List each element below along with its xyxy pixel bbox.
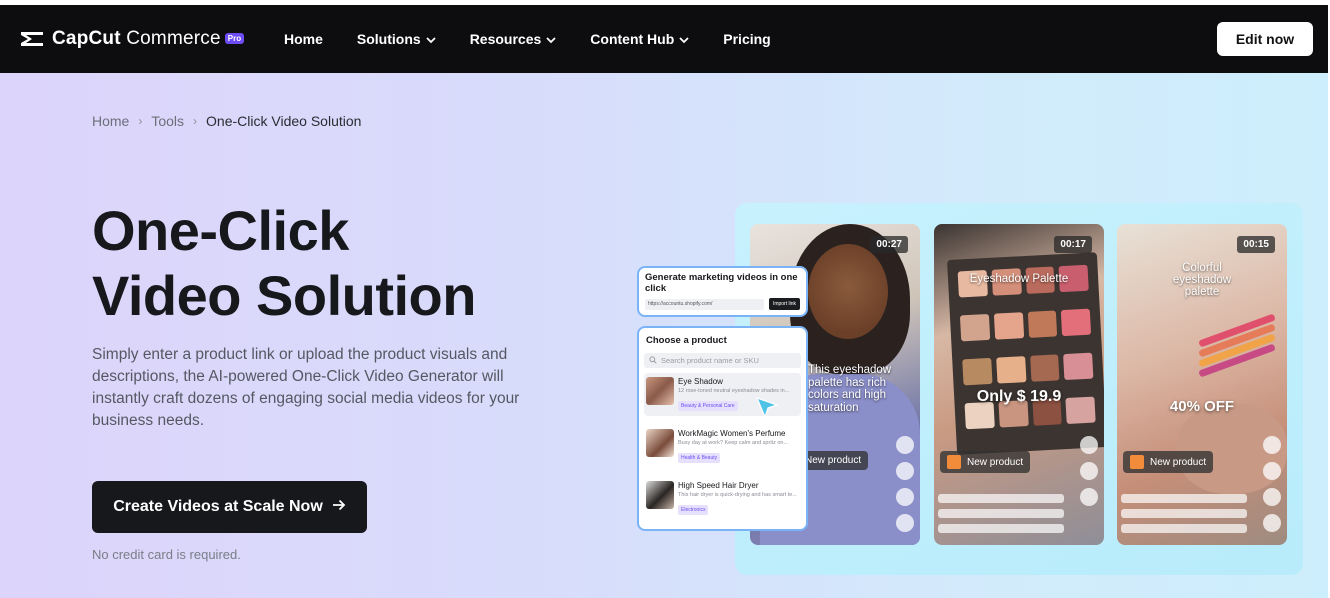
capcut-commerce-logo[interactable]: CapCut Commerce Pro bbox=[19, 28, 245, 50]
product-thumbnail bbox=[646, 377, 674, 405]
new-product-badge: New product bbox=[798, 451, 869, 470]
create-videos-button[interactable]: Create Videos at Scale Now bbox=[92, 481, 367, 533]
new-product-badge: New product bbox=[1123, 451, 1214, 473]
product-item[interactable]: Eye Shadow 12 rose-toned neutral eyeshad… bbox=[644, 373, 801, 419]
pointer-cursor-icon bbox=[754, 395, 780, 426]
product-name: High Speed Hair Dryer bbox=[678, 481, 759, 490]
chevron-down-icon bbox=[679, 31, 689, 47]
video-duration: 00:27 bbox=[870, 236, 908, 253]
product-link-input[interactable]: https://accountu.shopify.com/ bbox=[645, 298, 764, 310]
side-actions bbox=[896, 436, 914, 532]
breadcrumb-tools[interactable]: Tools bbox=[151, 113, 184, 129]
product-search-input[interactable]: Search product name or SKU bbox=[644, 353, 801, 368]
no-credit-card-note: No credit card is required. bbox=[92, 547, 241, 562]
arrow-right-icon bbox=[332, 498, 346, 516]
video-showcase: 00:27 This eyeshadow palette has rich co… bbox=[735, 203, 1303, 575]
video-card[interactable]: 00:17 Eyeshadow Palette Only $ 19.9 New … bbox=[934, 224, 1104, 545]
caption-bars bbox=[938, 494, 1064, 539]
product-tag: Electronics bbox=[678, 505, 709, 515]
breadcrumb: Home › Tools › One-Click Video Solution bbox=[92, 113, 361, 129]
cart-icon bbox=[1130, 455, 1144, 469]
page-title-line1: One-Click bbox=[92, 199, 349, 262]
product-thumbnail bbox=[646, 429, 674, 457]
side-actions bbox=[1080, 436, 1098, 506]
nav-item-pricing[interactable]: Pricing bbox=[723, 31, 770, 47]
side-actions bbox=[1263, 436, 1281, 532]
capcut-logo-icon bbox=[21, 32, 43, 46]
video-duration: 00:17 bbox=[1054, 236, 1092, 253]
discount-label: 40% OFF bbox=[1169, 398, 1235, 415]
nav-item-solutions[interactable]: Solutions bbox=[357, 31, 436, 47]
nav-menu: Home Solutions Resources Content Hub Pri… bbox=[284, 5, 805, 73]
import-link-button[interactable]: Import link bbox=[768, 298, 800, 310]
product-desc: 12 rose-toned neutral eyeshadow shades i… bbox=[678, 388, 790, 394]
product-name: Eye Shadow bbox=[678, 377, 723, 386]
product-item[interactable]: WorkMagic Women's Perfume Busy day at wo… bbox=[644, 425, 801, 468]
logo-text: CapCut Commerce bbox=[52, 28, 221, 49]
new-product-label: New product bbox=[967, 456, 1024, 468]
generate-panel-title: Generate marketing videos in one click bbox=[645, 272, 798, 294]
video-duration: 00:15 bbox=[1237, 236, 1275, 253]
nav-item-resources[interactable]: Resources bbox=[470, 31, 557, 47]
choose-product-panel: Choose a product Search product name or … bbox=[637, 326, 808, 531]
product-desc: This hair dryer is quick-drying and has … bbox=[678, 492, 797, 498]
search-icon bbox=[649, 355, 657, 366]
chevron-down-icon bbox=[546, 31, 556, 47]
search-placeholder: Search product name or SKU bbox=[661, 356, 759, 365]
breadcrumb-home[interactable]: Home bbox=[92, 113, 129, 129]
edit-now-button[interactable]: Edit now bbox=[1217, 22, 1313, 56]
breadcrumb-current: One-Click Video Solution bbox=[206, 113, 362, 129]
breadcrumb-separator-icon: › bbox=[138, 114, 143, 128]
product-thumbnail bbox=[646, 481, 674, 509]
pro-badge: Pro bbox=[224, 32, 245, 44]
video-caption: This eyeshadow palette has rich colors a… bbox=[808, 364, 892, 414]
video-title: Colorful eyeshadow palette bbox=[1172, 262, 1232, 298]
top-nav: CapCut Commerce Pro Home Solutions Resou… bbox=[0, 5, 1330, 73]
new-product-badge: New product bbox=[940, 451, 1031, 473]
product-tag: Beauty & Personal Care bbox=[678, 401, 738, 411]
page-title-line2: Video Solution bbox=[92, 264, 476, 327]
nav-item-content-hub[interactable]: Content Hub bbox=[590, 31, 689, 47]
model-face-shape bbox=[808, 244, 888, 339]
new-product-label: New product bbox=[1150, 456, 1207, 468]
product-item[interactable]: High Speed Hair Dryer This hair dryer is… bbox=[644, 477, 801, 520]
hero-description: Simply enter a product link or upload th… bbox=[92, 346, 520, 429]
page-title: One-Click Video Solution bbox=[92, 198, 476, 328]
new-product-label: New product bbox=[805, 455, 862, 466]
product-name: WorkMagic Women's Perfume bbox=[678, 429, 786, 438]
breadcrumb-separator-icon: › bbox=[193, 114, 198, 128]
choose-product-title: Choose a product bbox=[646, 335, 727, 346]
caption-bars bbox=[1121, 494, 1247, 539]
product-desc: Busy day at work? Keep calm and spritz o… bbox=[678, 440, 789, 446]
cart-icon bbox=[947, 455, 961, 469]
price-label: Only $ 19.9 bbox=[976, 388, 1062, 405]
chevron-down-icon bbox=[426, 31, 436, 47]
cta-label: Create Videos at Scale Now bbox=[113, 498, 323, 515]
nav-item-home[interactable]: Home bbox=[284, 31, 323, 47]
video-title: Eyeshadow Palette bbox=[969, 273, 1069, 285]
video-card[interactable]: 00:15 Colorful eyeshadow palette 40% OFF… bbox=[1117, 224, 1287, 545]
generate-link-panel: Generate marketing videos in one click h… bbox=[637, 266, 808, 317]
color-swatches-shape bbox=[1197, 313, 1277, 394]
product-tag: Health & Beauty bbox=[678, 453, 721, 463]
